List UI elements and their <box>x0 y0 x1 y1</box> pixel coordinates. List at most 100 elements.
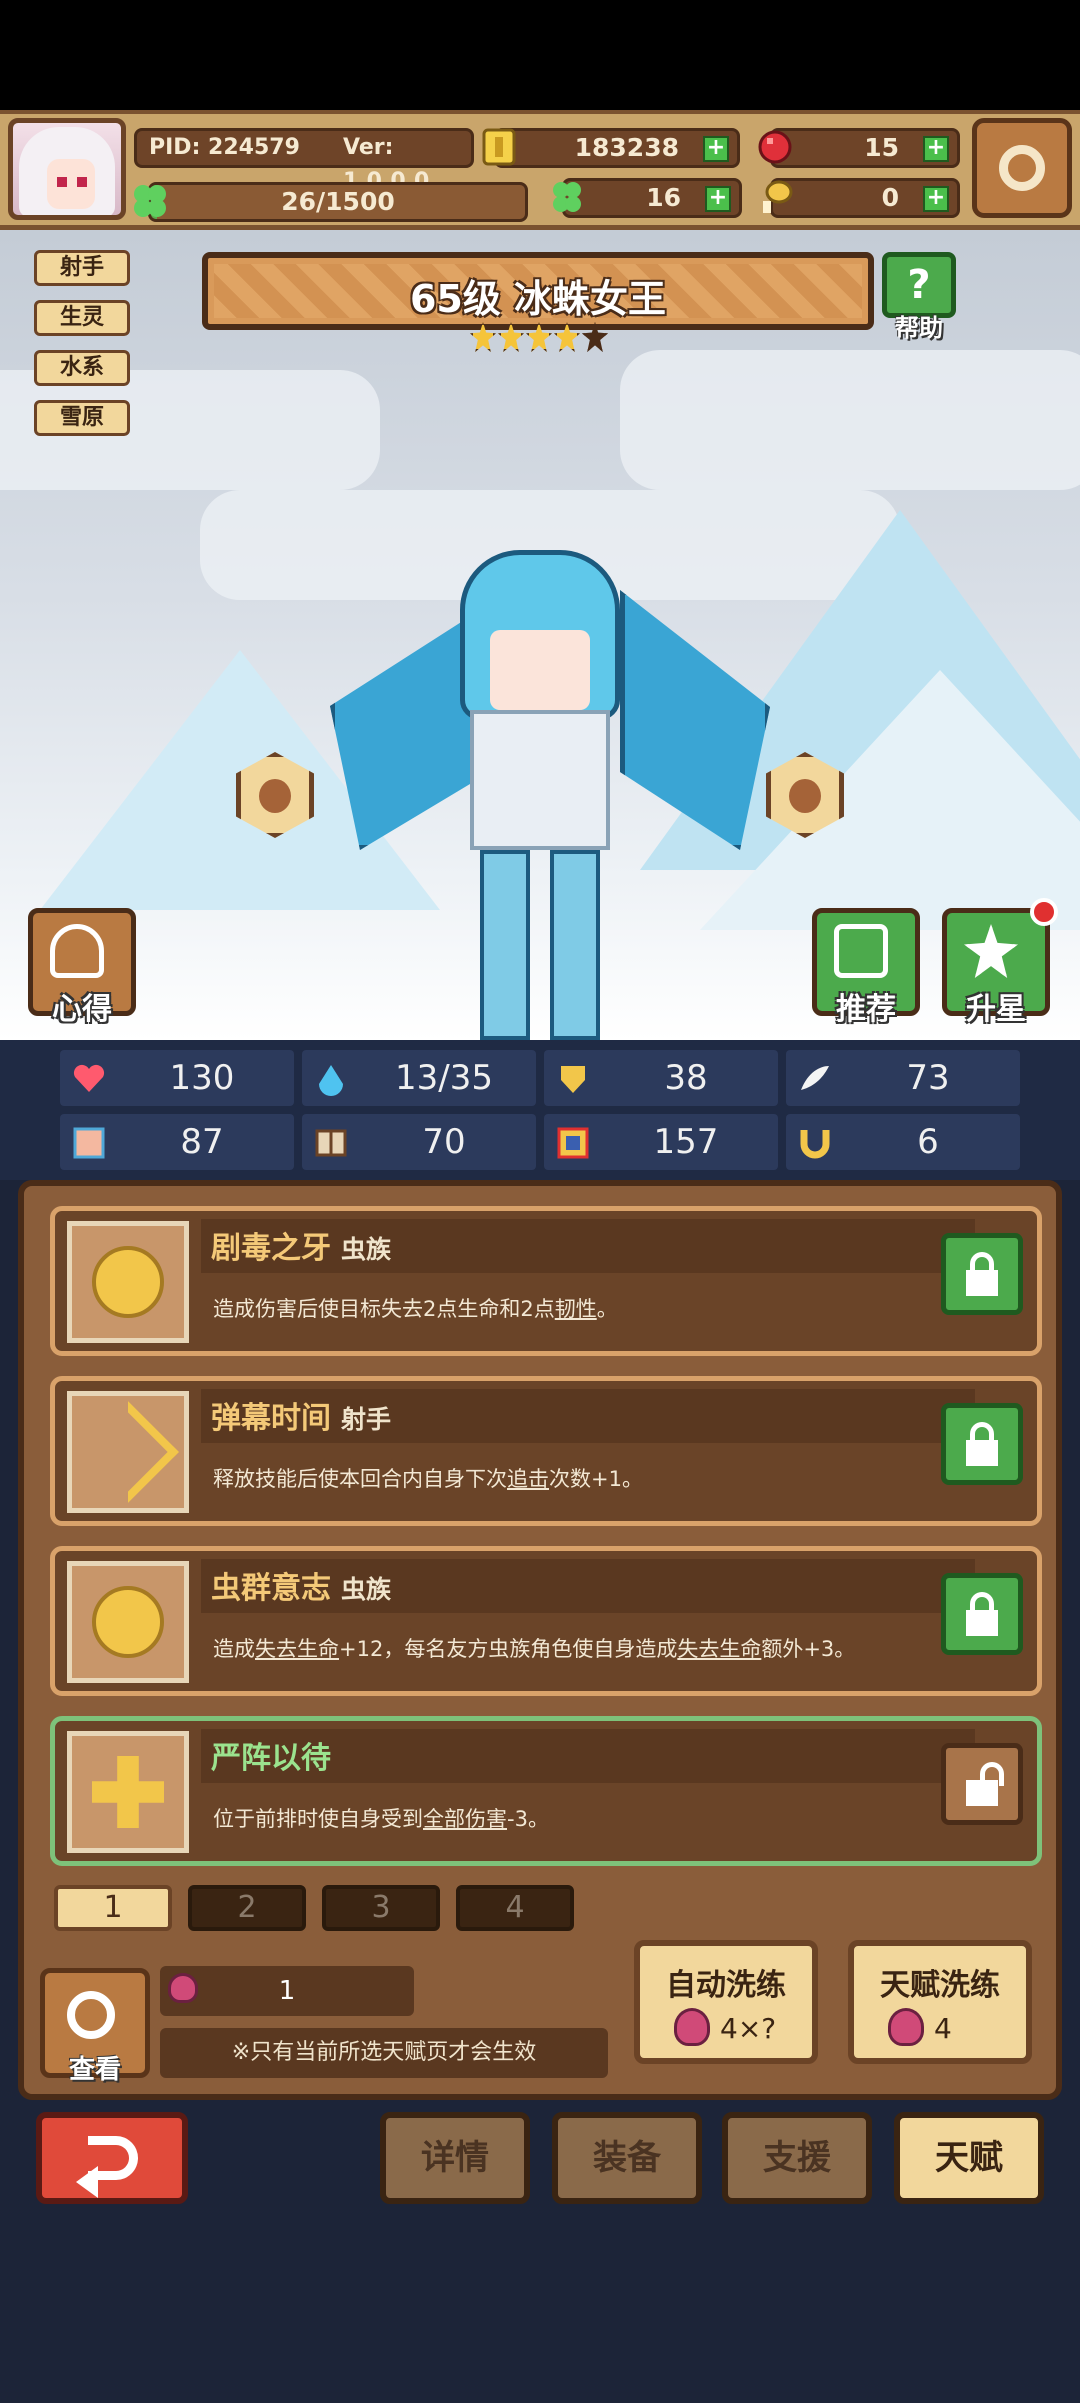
stat-intellect: 70 <box>302 1114 536 1170</box>
talent-lock-button-1[interactable] <box>941 1233 1023 1315</box>
talent-icon-3 <box>67 1561 189 1683</box>
avatar-eye <box>77 177 87 187</box>
potion-count: 1 <box>278 1976 296 2006</box>
notification-dot <box>1030 898 1058 926</box>
talent-name-3: 虫群意志 虫族 <box>211 1571 392 1606</box>
clover-icon <box>553 182 581 212</box>
wing-icon <box>801 1066 829 1090</box>
auto-refine-button[interactable]: 自动洗练 4×? <box>634 1940 818 2064</box>
boot-icon <box>557 1127 589 1159</box>
tag-creature: 生灵 <box>34 300 130 336</box>
talent-card-3[interactable]: 虫群意志 虫族 造成失去生命+12，每名友方虫族角色使自身造成失去生命额外+3。 <box>50 1546 1042 1696</box>
add-ruby-button[interactable]: + <box>923 136 949 162</box>
food-value: 0 <box>881 183 899 212</box>
insight-button[interactable]: 心得 <box>28 908 136 1027</box>
pid-text: PID: 224579 <box>149 135 300 160</box>
stat-armor: 38 <box>544 1050 778 1106</box>
gold-coin-icon <box>482 128 516 166</box>
back-button[interactable] <box>36 2112 188 2204</box>
gold-counter: 183238 + <box>482 128 740 168</box>
star-empty-icon <box>582 322 608 352</box>
page-note: ※只有当前所选天赋页才会生效 <box>160 2028 608 2078</box>
tag-archer: 射手 <box>34 250 130 286</box>
talent-page-tab-4[interactable]: 4 <box>456 1885 574 1931</box>
star-filled-icon <box>526 322 552 352</box>
add-gold-button[interactable]: + <box>703 136 729 162</box>
view-label: 查看 <box>68 2055 121 2085</box>
potion-icon <box>888 2008 924 2046</box>
talent-name-1: 剧毒之牙 虫族 <box>211 1231 392 1266</box>
energy-value: 26/1500 <box>281 187 395 216</box>
talent-name-4: 严阵以待 <box>211 1741 331 1776</box>
pid-version-bar: PID: 224579 Ver: 1.0.0.0 <box>134 128 474 194</box>
insight-label: 心得 <box>52 992 112 1027</box>
talent-card-1[interactable]: 剧毒之牙 虫族 造成伤害后使目标失去2点生命和2点韧性。 <box>50 1206 1042 1356</box>
cross-icon <box>92 1756 164 1828</box>
talent-page-tab-3[interactable]: 3 <box>322 1885 440 1931</box>
add-clover-button[interactable]: + <box>705 186 731 212</box>
tag-snowfield: 雪原 <box>34 400 130 436</box>
scroll-icon <box>50 924 104 978</box>
star-filled-icon <box>554 322 580 352</box>
talent-page-tab-1[interactable]: 1 <box>54 1885 172 1931</box>
ruby-value: 15 <box>864 133 899 162</box>
nav-talent[interactable]: 天赋 <box>894 2112 1044 2204</box>
talent-icon-1 <box>67 1221 189 1343</box>
beetle-icon <box>92 1586 164 1658</box>
stat-mana: 13/35 <box>302 1050 536 1106</box>
lock-icon <box>966 1270 998 1296</box>
hero-title: 65级 冰蛛女王 <box>409 277 667 321</box>
star-filled-icon <box>470 322 496 352</box>
talent-card-4[interactable]: 严阵以待 位于前排时使自身受到全部伤害-3。 <box>50 1716 1042 1866</box>
stat-strength: 87 <box>60 1114 294 1170</box>
drumstick-icon <box>763 180 793 213</box>
ruby-icon <box>758 130 792 164</box>
talent-desc-3: 造成失去生命+12，每名友方虫族角色使自身造成失去生命额外+3。 <box>213 1637 856 1661</box>
bow-icon <box>77 1401 179 1503</box>
auto-refine-label: 自动洗练 <box>666 1968 786 2003</box>
recommend-label: 推荐 <box>836 992 896 1027</box>
talent-card-2[interactable]: 弹幕时间 射手 释放技能后使本回合内自身下次追击次数+1。 <box>50 1376 1042 1526</box>
talent-lock-button-3[interactable] <box>941 1573 1023 1655</box>
ice-spider-queen-sprite <box>330 550 770 1040</box>
status-bar-area <box>0 0 1080 110</box>
settings-button[interactable] <box>972 118 1072 218</box>
add-food-button[interactable]: + <box>923 186 949 212</box>
ruby-counter: 15 + <box>758 128 960 168</box>
talent-icon-2 <box>67 1391 189 1513</box>
clover-energy-icon <box>134 185 166 217</box>
stat-agility: 157 <box>544 1114 778 1170</box>
book-icon <box>315 1129 347 1157</box>
nav-details[interactable]: 详情 <box>380 2112 530 2204</box>
recommend-button[interactable]: 推荐 <box>812 908 920 1027</box>
talent-refine-button[interactable]: 天赋洗练 4 <box>848 1940 1032 2064</box>
view-button[interactable]: 查看 <box>40 1968 150 2085</box>
stat-health: 130 <box>60 1050 294 1106</box>
nav-equipment[interactable]: 装备 <box>552 2112 702 2204</box>
lock-icon <box>966 1440 998 1466</box>
help-button[interactable]: ? 帮助 <box>882 252 956 342</box>
hero-title-banner: 65级 冰蛛女王 <box>202 252 874 330</box>
star-up-button[interactable]: 升星 <box>942 898 1058 1027</box>
thumbs-up-icon <box>834 924 888 978</box>
clover-counter: 16 + <box>553 178 742 218</box>
talent-unlock-button-4[interactable] <box>941 1743 1023 1825</box>
talent-desc-1: 造成伤害后使目标失去2点生命和2点韧性。 <box>213 1297 618 1321</box>
clover-value: 16 <box>646 183 681 212</box>
potion-count-bar: 1 <box>160 1966 414 2016</box>
talent-desc-2: 释放技能后使本回合内自身下次追击次数+1。 <box>213 1467 643 1491</box>
tag-water: 水系 <box>34 350 130 386</box>
auto-refine-cost: 4×? <box>720 2012 777 2045</box>
hero-star-rating <box>470 322 610 356</box>
talent-lock-button-2[interactable] <box>941 1403 1023 1485</box>
talent-refine-label: 天赋洗练 <box>880 1968 1000 2003</box>
talent-page-tab-2[interactable]: 2 <box>188 1885 306 1931</box>
player-avatar[interactable] <box>8 118 126 220</box>
talent-refine-cost: 4 <box>934 2012 952 2045</box>
stats-panel: 130 13/35 38 73 87 70 157 6 <box>0 1040 1080 1180</box>
nav-support[interactable]: 支援 <box>722 2112 872 2204</box>
fist-icon <box>73 1127 105 1159</box>
avatar-eye <box>57 177 67 187</box>
beetle-icon <box>92 1246 164 1318</box>
potion-icon <box>674 2008 710 2046</box>
